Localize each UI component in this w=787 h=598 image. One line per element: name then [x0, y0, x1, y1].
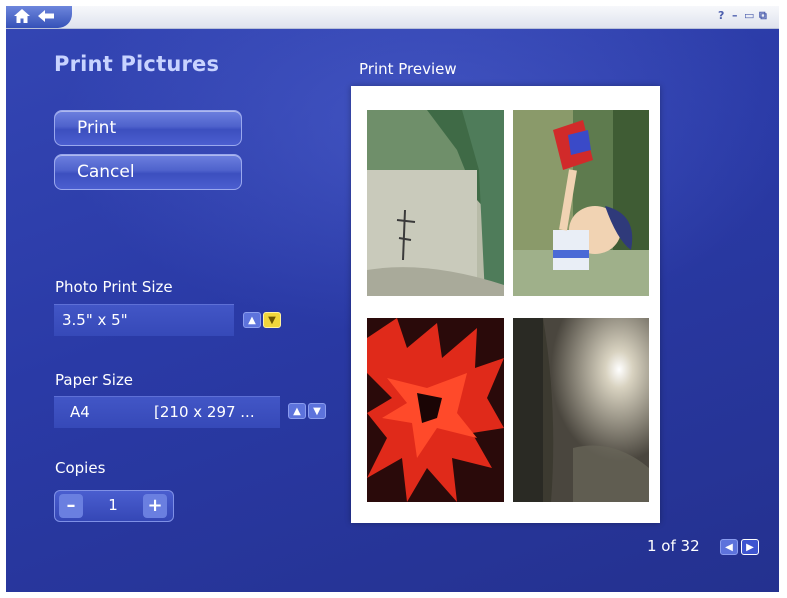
- chevron-up-icon[interactable]: ▲: [288, 403, 306, 419]
- decrement-button[interactable]: –: [59, 494, 83, 518]
- chevron-left-icon[interactable]: ◀: [720, 539, 738, 555]
- restore-button[interactable]: ▭: [744, 9, 754, 22]
- minimize-button[interactable]: –: [732, 9, 738, 22]
- paper-size-value[interactable]: A4 [210 x 297 ...: [54, 396, 280, 428]
- chevron-right-icon[interactable]: ▶: [741, 539, 759, 555]
- preview-photo-2: [513, 110, 649, 296]
- copies-stepper: – 1 +: [54, 490, 174, 522]
- preview-photo-4: [513, 318, 649, 502]
- preview-photo-3: [367, 318, 504, 502]
- home-icon[interactable]: [12, 8, 32, 26]
- photo-print-size-value[interactable]: 3.5" x 5": [54, 304, 234, 336]
- back-arrow-icon[interactable]: [36, 8, 56, 26]
- paper-size-label: Paper Size: [55, 371, 134, 389]
- nav-cluster: [6, 6, 72, 28]
- copies-value[interactable]: 1: [95, 496, 131, 514]
- increment-button[interactable]: +: [143, 494, 167, 518]
- chevron-up-icon[interactable]: ▲: [243, 312, 261, 328]
- paper-size-name: A4: [70, 403, 90, 421]
- print-pictures-window: ? – ▭ ⧉ Print Pictures Print Cancel Phot…: [6, 6, 779, 592]
- chevron-down-icon[interactable]: ▼: [263, 312, 281, 328]
- close-button[interactable]: ⧉: [759, 9, 767, 23]
- paper-size-dimensions: [210 x 297 ...: [154, 403, 255, 421]
- print-preview-page: [351, 86, 660, 523]
- preview-photo-1: [367, 110, 504, 296]
- page-title: Print Pictures: [54, 52, 220, 76]
- page-indicator: 1 of 32: [647, 537, 700, 555]
- print-preview-title: Print Preview: [359, 60, 457, 78]
- cancel-button[interactable]: Cancel: [54, 154, 242, 190]
- chevron-down-icon[interactable]: ▼: [308, 403, 326, 419]
- help-button[interactable]: ?: [718, 9, 724, 22]
- title-bar: ? – ▭ ⧉: [6, 6, 779, 29]
- copies-label: Copies: [55, 459, 106, 477]
- photo-print-size-label: Photo Print Size: [55, 278, 173, 296]
- print-button[interactable]: Print: [54, 110, 242, 146]
